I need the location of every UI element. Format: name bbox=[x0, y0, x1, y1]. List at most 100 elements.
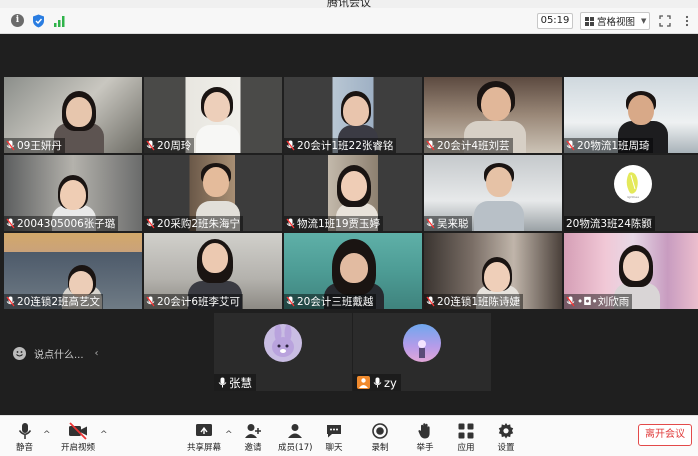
participant-name: 09王妍丹 bbox=[17, 140, 62, 152]
participant-avatar: lightbee bbox=[614, 165, 652, 203]
participant-name: 20采购2班朱海宁 bbox=[157, 218, 241, 230]
video-tile[interactable]: 20物流1班周琦 bbox=[564, 77, 698, 153]
mic-muted-icon bbox=[146, 140, 155, 151]
meeting-info-icon[interactable]: i bbox=[10, 13, 25, 28]
audio-participant-tile[interactable]: 张慧 bbox=[214, 313, 352, 391]
more-options-icon[interactable] bbox=[679, 13, 695, 29]
participant-name-label: 20物流1班周琦 bbox=[564, 138, 653, 153]
participant-name-label: 20会计三班戴越 bbox=[284, 294, 377, 309]
members-label: 成员(17) bbox=[278, 443, 313, 453]
mic-muted-icon bbox=[146, 296, 155, 307]
participant-avatar bbox=[264, 324, 302, 362]
apps-button[interactable]: 应用 bbox=[457, 422, 475, 453]
chat-placeholder: 说点什么... bbox=[34, 349, 84, 361]
video-label: 开启视频 bbox=[61, 443, 96, 453]
mic-muted-icon bbox=[426, 296, 435, 307]
chevron-down-icon: ▼ bbox=[641, 17, 647, 25]
participant-avatar bbox=[403, 324, 441, 362]
participant-name: 20会计三班戴越 bbox=[297, 296, 374, 308]
mic-muted-icon bbox=[426, 218, 435, 229]
participant-name-label: 物流1班19贾玉婷 bbox=[284, 216, 384, 231]
svg-text:lightbee: lightbee bbox=[627, 195, 639, 199]
network-signal-icon[interactable] bbox=[52, 13, 67, 28]
mic-muted-icon bbox=[566, 140, 575, 151]
participant-name: 20会计4班刘芸 bbox=[437, 140, 510, 152]
video-tile[interactable]: 20会计三班戴越 bbox=[284, 233, 422, 309]
mute-label: 静音 bbox=[16, 443, 34, 453]
video-off-icon bbox=[69, 422, 87, 440]
meeting-timer: 05:19 bbox=[537, 13, 573, 29]
participant-name: 20连锁2班高艺文 bbox=[17, 296, 101, 308]
mic-icon bbox=[373, 377, 382, 388]
audio-participant-tile[interactable]: zy bbox=[353, 313, 491, 391]
window-title-bar: 腾讯会议 bbox=[0, 0, 698, 8]
mic-muted-icon bbox=[146, 218, 155, 229]
chat-bubble-icon bbox=[327, 425, 341, 438]
leave-meeting-button[interactable]: 离开会议 bbox=[638, 424, 692, 446]
video-tile[interactable]: 20会计1班22张睿铭 bbox=[284, 77, 422, 153]
meeting-top-bar: i 05:19 宫格视图 ▼ bbox=[0, 8, 698, 34]
participant-name-label: •◘•刘欣雨 bbox=[564, 294, 633, 309]
chat-button[interactable]: 聊天 bbox=[325, 422, 343, 453]
share-screen-button[interactable]: 共享屏幕 bbox=[187, 422, 221, 453]
microphone-icon bbox=[18, 423, 31, 439]
video-tile[interactable]: 20采购2班朱海宁 bbox=[144, 155, 282, 231]
record-label: 录制 bbox=[371, 443, 389, 453]
video-tile[interactable]: •◘•刘欣雨 bbox=[564, 233, 698, 309]
security-shield-icon[interactable] bbox=[31, 13, 46, 28]
video-tile[interactable]: 2004305006张子璐 bbox=[4, 155, 142, 231]
view-mode-dropdown[interactable]: 宫格视图 ▼ bbox=[580, 12, 650, 30]
mute-button[interactable]: 静音 bbox=[16, 422, 33, 453]
participant-name: 张慧 bbox=[229, 375, 252, 390]
chat-input[interactable]: 说点什么... ‹ bbox=[13, 343, 113, 363]
participant-name-label: 20采购2班朱海宁 bbox=[144, 216, 244, 231]
settings-label: 设置 bbox=[497, 443, 515, 453]
participant-name-label: 20会计6班李艾可 bbox=[144, 294, 244, 309]
start-video-button[interactable]: 开启视频 bbox=[61, 422, 95, 453]
view-mode-label: 宫格视图 bbox=[597, 17, 636, 28]
video-tile[interactable]: 20会计4班刘芸 bbox=[424, 77, 562, 153]
host-badge-icon bbox=[357, 376, 370, 389]
participant-name-label: 2004305006张子璐 bbox=[4, 216, 119, 231]
settings-button[interactable]: 设置 bbox=[497, 422, 515, 453]
apps-label: 应用 bbox=[457, 443, 475, 453]
invite-button[interactable]: 邀请 bbox=[244, 422, 262, 453]
video-tile[interactable]: 20会计6班李艾可 bbox=[144, 233, 282, 309]
participant-name: 20连锁1班陈诗婕 bbox=[437, 296, 521, 308]
mic-muted-icon bbox=[6, 140, 15, 151]
audio-options-chevron-icon[interactable]: ^ bbox=[43, 430, 51, 440]
video-tile[interactable]: 09王妍丹 bbox=[4, 77, 142, 153]
video-tile[interactable]: 20周玲 bbox=[144, 77, 282, 153]
participant-name-label: 20会计4班刘芸 bbox=[424, 138, 513, 153]
mic-muted-icon bbox=[426, 140, 435, 151]
emoji-icon[interactable] bbox=[13, 346, 26, 360]
video-tile[interactable]: 物流1班19贾玉婷 bbox=[284, 155, 422, 231]
participant-name: 20周玲 bbox=[157, 140, 192, 152]
participant-name-label: 20会计1班22张睿铭 bbox=[284, 138, 397, 153]
participant-name: 2004305006张子璐 bbox=[17, 218, 116, 230]
participant-name-label: 20连锁2班高艺文 bbox=[4, 294, 104, 309]
invite-label: 邀请 bbox=[244, 443, 262, 453]
members-button[interactable]: 成员(17) bbox=[278, 422, 312, 453]
share-options-chevron-icon[interactable]: ^ bbox=[225, 430, 233, 440]
video-tile[interactable]: 吴来聪 bbox=[424, 155, 562, 231]
window-title: 腾讯会议 bbox=[327, 0, 371, 8]
video-tile[interactable]: 20连锁2班高艺文 bbox=[4, 233, 142, 309]
participant-name: 20会计6班李艾可 bbox=[157, 296, 241, 308]
grid-view-icon bbox=[585, 16, 594, 26]
chat-label: 聊天 bbox=[325, 443, 343, 453]
video-options-chevron-icon[interactable]: ^ bbox=[100, 430, 108, 440]
video-tile[interactable]: lightbee 20物流3班24陈颢 bbox=[564, 155, 698, 231]
participant-name-label: 20物流3班24陈颢 bbox=[564, 216, 655, 231]
raise-hand-label: 举手 bbox=[416, 443, 434, 453]
chevron-left-icon[interactable]: ‹ bbox=[95, 348, 99, 359]
mic-muted-icon bbox=[286, 296, 295, 307]
raise-hand-button[interactable]: 举手 bbox=[416, 422, 434, 453]
members-icon bbox=[288, 424, 303, 438]
invite-user-icon bbox=[245, 424, 261, 438]
record-button[interactable]: 录制 bbox=[371, 422, 389, 453]
fullscreen-icon[interactable] bbox=[657, 13, 673, 29]
record-icon bbox=[372, 423, 388, 439]
participant-name-label: 20连锁1班陈诗婕 bbox=[424, 294, 524, 309]
video-tile[interactable]: 20连锁1班陈诗婕 bbox=[424, 233, 562, 309]
